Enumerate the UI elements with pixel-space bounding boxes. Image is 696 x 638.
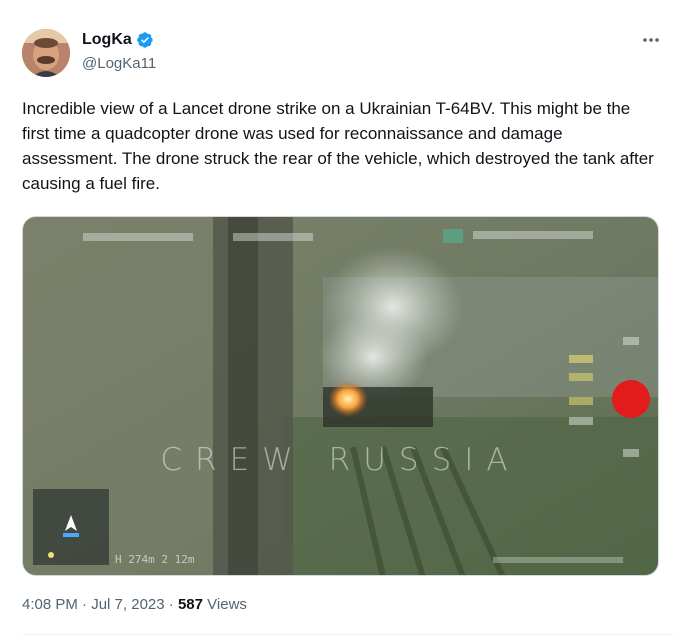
author-handle[interactable]: @LogKa11 xyxy=(82,55,156,72)
verified-badge-icon xyxy=(136,32,153,48)
meta-separator: · xyxy=(82,596,88,613)
views-label: Views xyxy=(207,596,247,613)
tweet-video[interactable]: CREW RUSSIA H 274m 2 12m xyxy=(22,216,659,576)
meta-separator-2: · xyxy=(168,596,174,613)
drone-footage-frame xyxy=(23,217,658,575)
avatar[interactable] xyxy=(22,29,70,77)
avatar-image xyxy=(22,29,70,77)
author-display-name[interactable]: LogKa xyxy=(82,31,132,49)
video-watermark: CREW RUSSIA xyxy=(160,442,521,478)
divider xyxy=(22,634,674,635)
more-options-icon xyxy=(643,38,659,42)
more-options-button[interactable] xyxy=(640,30,662,50)
tweet-text: Incredible view of a Lancet drone strike… xyxy=(22,99,654,193)
views-count: 587 xyxy=(177,596,203,613)
tweet-date[interactable]: Jul 7, 2023 xyxy=(91,596,164,613)
hud-bottom-readout: H 274m 2 12m xyxy=(115,553,195,566)
author-name-row[interactable]: LogKa xyxy=(82,31,154,49)
tweet-time[interactable]: 4:08 PM xyxy=(22,596,78,613)
tweet-meta: 4:08 PM · Jul 7, 2023 · 587 Views xyxy=(22,596,247,613)
